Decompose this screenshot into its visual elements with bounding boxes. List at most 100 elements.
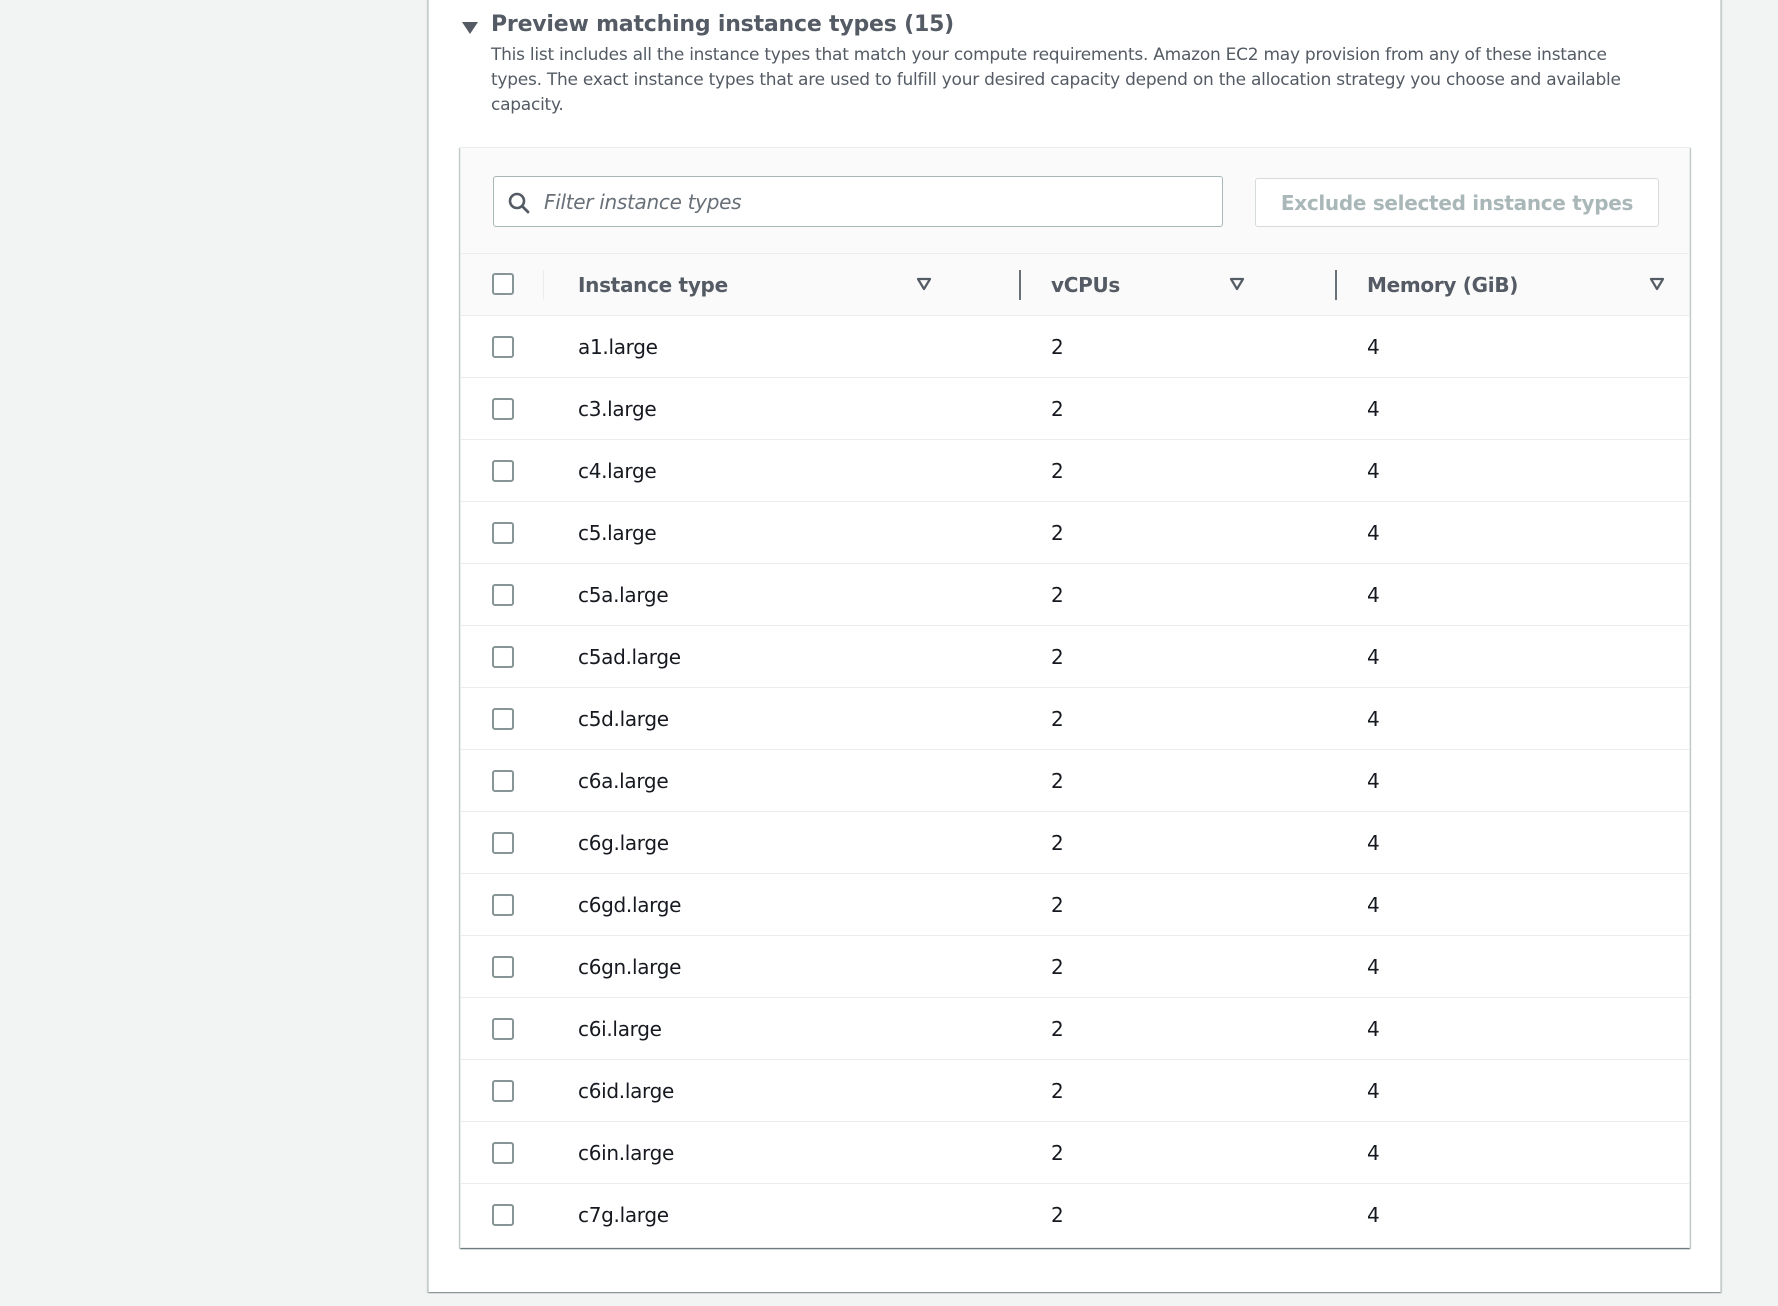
row-checkbox[interactable] <box>492 832 514 854</box>
table-row[interactable]: c6g.large 2 4 <box>461 812 1689 874</box>
table-row[interactable]: a1.large 2 4 <box>461 316 1689 378</box>
cell-vcpus: 2 <box>1051 582 1064 607</box>
row-checkbox[interactable] <box>492 956 514 978</box>
row-checkbox[interactable] <box>492 460 514 482</box>
cell-memory: 4 <box>1367 1140 1380 1165</box>
row-checkbox[interactable] <box>492 1142 514 1164</box>
cell-instance-type: c3.large <box>578 396 657 421</box>
row-checkbox[interactable] <box>492 584 514 606</box>
row-checkbox[interactable] <box>492 336 514 358</box>
cell-vcpus: 2 <box>1051 830 1064 855</box>
column-header-vcpus[interactable]: vCPUs <box>1051 254 1120 316</box>
cell-instance-type: c6gd.large <box>578 892 682 917</box>
row-checkbox[interactable] <box>492 894 514 916</box>
cell-instance-type: c7g.large <box>578 1202 669 1227</box>
cell-memory: 4 <box>1367 892 1380 917</box>
cell-instance-type: c4.large <box>578 458 657 483</box>
column-header-instance-type[interactable]: Instance type <box>578 254 728 316</box>
search-icon <box>508 192 530 214</box>
table-row[interactable]: c6in.large 2 4 <box>461 1122 1689 1184</box>
cell-memory: 4 <box>1367 706 1380 731</box>
instance-types-table: Exclude selected instance types Instance… <box>460 147 1690 1248</box>
cell-memory: 4 <box>1367 1016 1380 1041</box>
cell-vcpus: 2 <box>1051 1202 1064 1227</box>
row-checkbox[interactable] <box>492 708 514 730</box>
cell-vcpus: 2 <box>1051 706 1064 731</box>
cell-vcpus: 2 <box>1051 1016 1064 1041</box>
cell-instance-type: c5a.large <box>578 582 669 607</box>
row-checkbox[interactable] <box>492 1018 514 1040</box>
cell-instance-type: c5d.large <box>578 706 669 731</box>
cell-memory: 4 <box>1367 582 1380 607</box>
cell-memory: 4 <box>1367 1202 1380 1227</box>
cell-memory: 4 <box>1367 334 1380 359</box>
cell-instance-type: c5.large <box>578 520 657 545</box>
row-checkbox[interactable] <box>492 1080 514 1102</box>
cell-instance-type: c6a.large <box>578 768 669 793</box>
cell-memory: 4 <box>1367 520 1380 545</box>
row-checkbox[interactable] <box>492 398 514 420</box>
table-row[interactable]: c4.large 2 4 <box>461 440 1689 502</box>
section-description: This list includes all the instance type… <box>491 45 1621 115</box>
row-checkbox[interactable] <box>492 646 514 668</box>
table-toolbar: Exclude selected instance types <box>461 148 1689 254</box>
column-divider <box>543 270 544 300</box>
column-resize-handle[interactable] <box>1335 270 1337 300</box>
row-checkbox[interactable] <box>492 1204 514 1226</box>
row-checkbox[interactable] <box>492 770 514 792</box>
cell-vcpus: 2 <box>1051 892 1064 917</box>
table-row[interactable]: c7g.large 2 4 <box>461 1184 1689 1246</box>
cell-memory: 4 <box>1367 1078 1380 1103</box>
sort-icon[interactable] <box>1649 276 1665 292</box>
caret-down-icon[interactable] <box>462 22 478 34</box>
row-checkbox[interactable] <box>492 522 514 544</box>
table-row[interactable]: c5d.large 2 4 <box>461 688 1689 750</box>
cell-instance-type: c6id.large <box>578 1078 675 1103</box>
section-title[interactable]: Preview matching instance types (15) <box>491 12 954 37</box>
cell-vcpus: 2 <box>1051 954 1064 979</box>
filter-field[interactable] <box>493 176 1223 227</box>
column-label: Memory (GiB) <box>1367 273 1519 297</box>
column-label: Instance type <box>578 273 728 297</box>
table-row[interactable]: c3.large 2 4 <box>461 378 1689 440</box>
table-row[interactable]: c5a.large 2 4 <box>461 564 1689 626</box>
cell-instance-type: a1.large <box>578 334 658 359</box>
cell-vcpus: 2 <box>1051 396 1064 421</box>
cell-vcpus: 2 <box>1051 458 1064 483</box>
cell-vcpus: 2 <box>1051 334 1064 359</box>
cell-instance-type: c5ad.large <box>578 644 681 669</box>
instance-types-panel: Preview matching instance types (15) Thi… <box>428 0 1721 1292</box>
filter-input[interactable] <box>544 177 1204 226</box>
cell-memory: 4 <box>1367 458 1380 483</box>
cell-instance-type: c6i.large <box>578 1016 662 1041</box>
cell-vcpus: 2 <box>1051 768 1064 793</box>
table-row[interactable]: c6gd.large 2 4 <box>461 874 1689 936</box>
cell-instance-type: c6gn.large <box>578 954 682 979</box>
cell-vcpus: 2 <box>1051 1078 1064 1103</box>
cell-memory: 4 <box>1367 830 1380 855</box>
cell-vcpus: 2 <box>1051 644 1064 669</box>
table-body: a1.large 2 4 c3.large 2 4 c4.large 2 4 c… <box>461 316 1689 1246</box>
table-row[interactable]: c6i.large 2 4 <box>461 998 1689 1060</box>
table-row[interactable]: c6gn.large 2 4 <box>461 936 1689 998</box>
column-header-memory[interactable]: Memory (GiB) <box>1367 254 1518 316</box>
table-row[interactable]: c6a.large 2 4 <box>461 750 1689 812</box>
cell-memory: 4 <box>1367 954 1380 979</box>
exclude-selected-button[interactable]: Exclude selected instance types <box>1255 178 1659 227</box>
column-label: vCPUs <box>1051 273 1121 297</box>
cell-memory: 4 <box>1367 768 1380 793</box>
table-row[interactable]: c5.large 2 4 <box>461 502 1689 564</box>
cell-instance-type: c6in.large <box>578 1140 674 1165</box>
column-resize-handle[interactable] <box>1019 270 1021 300</box>
cell-instance-type: c6g.large <box>578 830 669 855</box>
table-header: Instance type vCPUs Memory (GiB) <box>461 254 1689 316</box>
table-row[interactable]: c5ad.large 2 4 <box>461 626 1689 688</box>
sort-icon[interactable] <box>1229 276 1245 292</box>
cell-memory: 4 <box>1367 396 1380 421</box>
cell-memory: 4 <box>1367 644 1380 669</box>
table-row[interactable]: c6id.large 2 4 <box>461 1060 1689 1122</box>
cell-vcpus: 2 <box>1051 520 1064 545</box>
cell-vcpus: 2 <box>1051 1140 1064 1165</box>
sort-icon[interactable] <box>916 276 932 292</box>
select-all-checkbox[interactable] <box>492 273 514 295</box>
